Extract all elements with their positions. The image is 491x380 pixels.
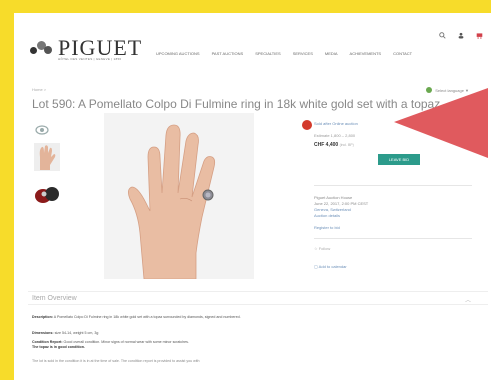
overview-description: Description: A Pomellato Colpo Di Fulmin… bbox=[32, 315, 241, 319]
sale-info: Piguet Auction House June 22, 2017, 2:00… bbox=[314, 195, 368, 219]
overview-condition: Condition Report: Good overall condition… bbox=[32, 340, 189, 350]
nav-item-services[interactable]: SERVICES bbox=[293, 51, 313, 56]
search-icon[interactable] bbox=[439, 32, 446, 41]
nav-item-past[interactable]: PAST AUCTIONS bbox=[212, 51, 244, 56]
chevron-up-icon[interactable]: ︿ bbox=[465, 295, 471, 304]
overview-disclaimer: The lot is sold in the condition it is i… bbox=[32, 359, 200, 363]
nav-item-specialties[interactable]: SPECIALTIES bbox=[255, 51, 281, 56]
overview-header: Item Overview bbox=[32, 295, 77, 302]
divider bbox=[314, 185, 472, 186]
overview-bar[interactable] bbox=[28, 291, 488, 305]
language-label: Select language ▼ bbox=[435, 87, 469, 93]
price-note: (incl. BP) bbox=[339, 143, 354, 147]
header-icons bbox=[439, 32, 483, 41]
lot-main-image[interactable] bbox=[104, 113, 254, 279]
breadcrumb[interactable]: Home > bbox=[32, 87, 46, 92]
thumbnail-box[interactable] bbox=[34, 180, 60, 208]
globe-icon bbox=[426, 87, 433, 93]
nav-item-achievements[interactable]: ACHIEVEMENTS bbox=[350, 51, 382, 56]
sale-details-link[interactable]: Auction details bbox=[314, 213, 368, 219]
thumbnail-list bbox=[34, 123, 60, 217]
lot-price: CHF 4,400 (incl. BP) bbox=[314, 142, 464, 148]
cart-icon[interactable] bbox=[476, 32, 483, 41]
page: PIGUET HÔTEL DES VENTES | GENEVE | 1856 … bbox=[14, 13, 491, 380]
lot-estimate: Estimate 1,800 – 2,800 bbox=[314, 133, 356, 138]
thumbnail-hand[interactable] bbox=[34, 143, 60, 171]
register-link[interactable]: Register to bid bbox=[314, 225, 340, 230]
logo-subtitle: HÔTEL DES VENTES | GENEVE | 1856 bbox=[58, 57, 122, 61]
divider bbox=[314, 238, 472, 239]
bidding-panel: Sold after Online auction Estimate 1,800… bbox=[314, 121, 472, 269]
lot-title: Lot 590: A Pomellato Colpo Di Fulmine ri… bbox=[32, 97, 441, 111]
user-icon[interactable] bbox=[458, 32, 464, 41]
price-value: CHF 4,400 bbox=[314, 142, 339, 148]
logo-mark-icon bbox=[30, 38, 54, 58]
leave-bid-button[interactable]: LEAVE BID bbox=[378, 154, 420, 165]
follow-button[interactable]: ☆ Follow bbox=[314, 246, 330, 251]
language-select[interactable]: Select language ▼ bbox=[426, 87, 469, 93]
logo[interactable]: PIGUET HÔTEL DES VENTES | GENEVE | 1856 bbox=[30, 35, 142, 61]
overview-dimensions: Dimensions: size 54-14, weight 5 cm, 3g bbox=[32, 331, 99, 335]
main-nav: UPCOMING AUCTIONS PAST AUCTIONS SPECIALT… bbox=[156, 51, 412, 56]
nav-item-upcoming[interactable]: UPCOMING AUCTIONS bbox=[156, 51, 200, 56]
lot-status: Sold after Online auction bbox=[314, 121, 358, 126]
nav-item-contact[interactable]: CONTACT bbox=[393, 51, 412, 56]
add-to-calendar-link[interactable]: ▢ Add to calendar bbox=[314, 264, 347, 269]
nav-item-media[interactable]: MEDIA bbox=[325, 51, 338, 56]
sold-badge-icon bbox=[302, 120, 312, 130]
view-360-icon[interactable] bbox=[34, 123, 60, 135]
